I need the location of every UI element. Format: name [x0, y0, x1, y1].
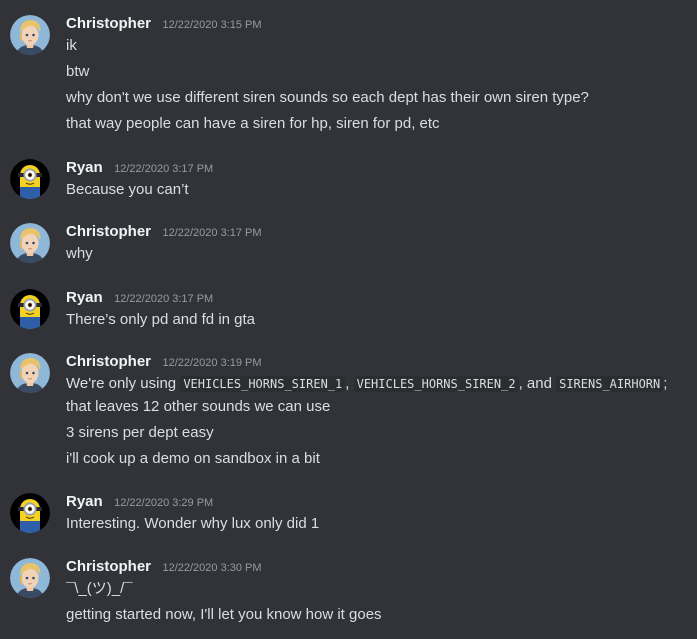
message-text: Interesting. Wonder why lux only did 1 — [66, 515, 320, 532]
avatar[interactable] — [10, 223, 50, 263]
message-text-segment: , and — [518, 375, 557, 392]
username[interactable]: Christopher — [66, 223, 151, 240]
timestamp: 12/22/2020 3:30 PM — [162, 562, 262, 574]
avatar[interactable] — [10, 159, 50, 199]
message-header: Ryan 12/22/2020 3:29 PM — [66, 493, 213, 515]
timestamp: 12/22/2020 3:19 PM — [162, 357, 262, 369]
message-text: ¯\_(ツ)_/¯ — [66, 580, 133, 597]
timestamp: 12/22/2020 3:17 PM — [114, 293, 214, 305]
message-header: Christopher 12/22/2020 3:15 PM — [66, 15, 262, 37]
christopher-avatar-icon — [10, 558, 50, 598]
minion-avatar-icon — [10, 159, 50, 199]
message-text: We're only using VEHICLES_HORNS_SIREN_1,… — [66, 374, 667, 394]
username[interactable]: Christopher — [66, 15, 151, 32]
username[interactable]: Ryan — [66, 493, 103, 510]
message-text-segment: ; — [663, 375, 668, 392]
message-header: Christopher 12/22/2020 3:19 PM — [66, 353, 262, 375]
avatar[interactable] — [10, 493, 50, 533]
minion-avatar-icon — [10, 289, 50, 329]
message-header: Christopher 12/22/2020 3:17 PM — [66, 223, 262, 245]
timestamp: 12/22/2020 3:29 PM — [114, 497, 214, 509]
message-header: Christopher 12/22/2020 3:30 PM — [66, 558, 262, 580]
message-text: 3 sirens per dept easy — [66, 424, 214, 441]
message-text: i'll cook up a demo on sandbox in a bit — [66, 450, 320, 467]
message-text: btw — [66, 63, 90, 80]
avatar[interactable] — [10, 289, 50, 329]
username[interactable]: Christopher — [66, 558, 151, 575]
message-text-segment: We're only using — [66, 375, 181, 392]
timestamp: 12/22/2020 3:17 PM — [114, 163, 214, 175]
inline-code: VEHICLES_HORNS_SIREN_1 — [180, 376, 346, 392]
avatar[interactable] — [10, 353, 50, 393]
avatar[interactable] — [10, 15, 50, 55]
inline-code: SIRENS_AIRHORN — [556, 376, 664, 392]
message-text: getting started now, I'll let you know h… — [66, 606, 382, 623]
avatar[interactable] — [10, 558, 50, 598]
christopher-avatar-icon — [10, 353, 50, 393]
inline-code: VEHICLES_HORNS_SIREN_2 — [353, 376, 519, 392]
message-text: ik — [66, 37, 77, 54]
message-text: There’s only pd and fd in gta — [66, 311, 256, 328]
username[interactable]: Christopher — [66, 353, 151, 370]
message-text: Because you can’t — [66, 181, 189, 198]
message-text: that leaves 12 other sounds we can use — [66, 398, 331, 415]
message-text: why — [66, 245, 93, 262]
timestamp: 12/22/2020 3:17 PM — [162, 227, 262, 239]
christopher-avatar-icon — [10, 15, 50, 55]
message-header: Ryan 12/22/2020 3:17 PM — [66, 289, 213, 311]
christopher-avatar-icon — [10, 223, 50, 263]
message-text: why don't we use different siren sounds … — [66, 89, 589, 106]
username[interactable]: Ryan — [66, 159, 103, 176]
username[interactable]: Ryan — [66, 289, 103, 306]
message-header: Ryan 12/22/2020 3:17 PM — [66, 159, 213, 181]
timestamp: 12/22/2020 3:15 PM — [162, 19, 262, 31]
message-text: that way people can have a siren for hp,… — [66, 115, 440, 132]
minion-avatar-icon — [10, 493, 50, 533]
message-text-segment: , — [345, 375, 354, 392]
